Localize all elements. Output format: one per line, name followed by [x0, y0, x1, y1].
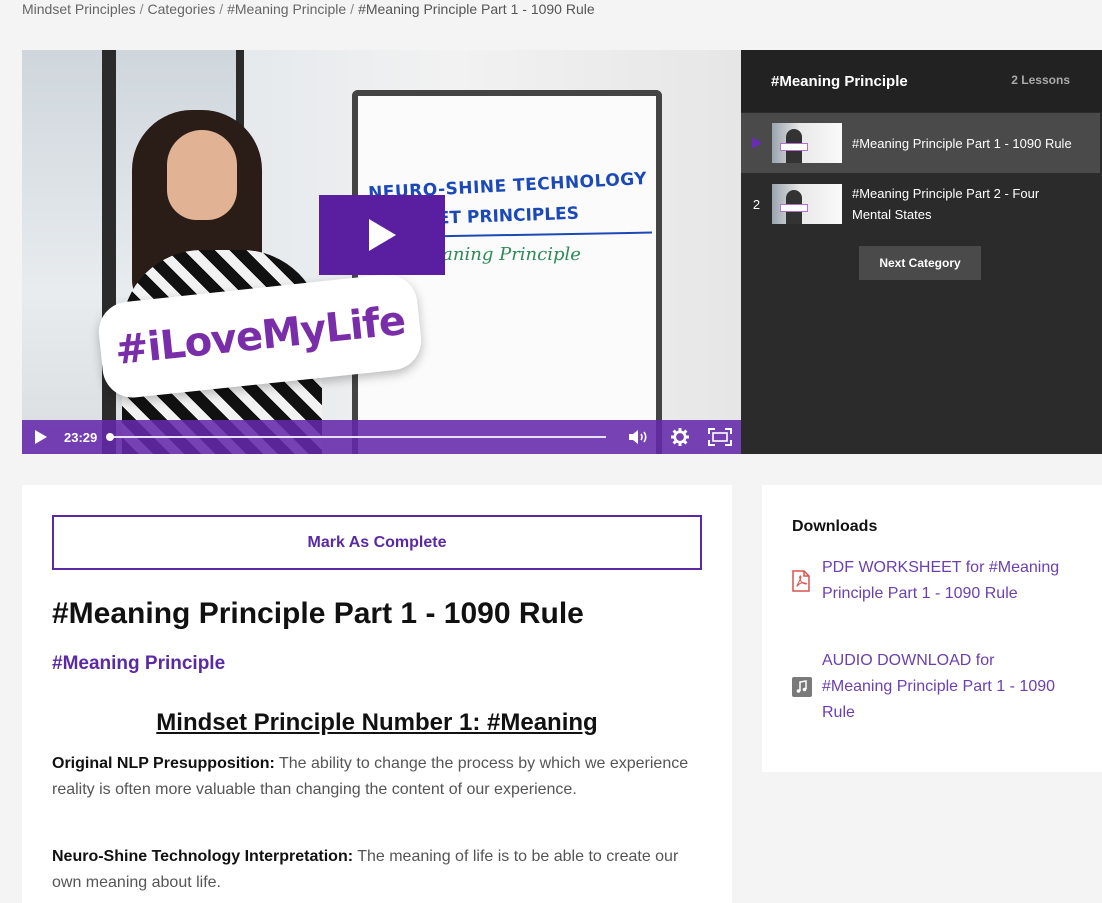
neuro-shine-interpretation: Neuro-Shine Technology Interpretation: T…: [52, 844, 692, 896]
play-icon: [35, 430, 47, 444]
play-arrow-icon: [751, 137, 762, 149]
next-category-button[interactable]: Next Category: [859, 246, 981, 280]
playlist-header: #Meaning Principle 2 Lessons: [741, 50, 1102, 112]
progress-handle[interactable]: [106, 433, 114, 441]
fullscreen-button[interactable]: [700, 420, 740, 454]
download-label: AUDIO DOWNLOAD for #Meaning Principle Pa…: [822, 652, 1056, 721]
lesson-thumbnail: [772, 184, 842, 224]
lesson-playlist: #Meaning Principle 2 Lessons #Meaning Pr…: [741, 50, 1102, 454]
lesson-title: #Meaning Principle Part 1 - 1090 Rule: [852, 135, 1072, 151]
pdf-icon: [792, 570, 810, 592]
lesson-heading: #Meaning Principle Part 1 - 1090 Rule: [52, 597, 584, 630]
playlist-lesson-1[interactable]: #Meaning Principle Part 1 - 1090 Rule: [741, 113, 1100, 173]
download-label: PDF WORKSHEET for #Meaning Principle Par…: [822, 559, 1060, 602]
nlp-presupposition: Original NLP Presupposition: The ability…: [52, 751, 692, 803]
gear-icon: [671, 428, 689, 446]
window-frame: [102, 50, 116, 454]
breadcrumb-categories[interactable]: Categories: [148, 1, 216, 17]
volume-icon: [629, 430, 647, 444]
downloads-panel: Downloads PDF WORKSHEET for #Meaning Pri…: [762, 485, 1102, 772]
breadcrumb-separator: /: [350, 1, 355, 17]
audio-download[interactable]: AUDIO DOWNLOAD for #Meaning Principle Pa…: [792, 648, 1092, 726]
downloads-title: Downloads: [792, 518, 878, 535]
audio-file-icon: [792, 677, 812, 697]
lesson-number: 2: [752, 196, 761, 212]
breadcrumb-mindset-principles[interactable]: Mindset Principles: [22, 1, 136, 17]
lesson-count: 2 Lessons: [1011, 73, 1070, 87]
playlist-background: [741, 291, 1102, 454]
lesson-title: #Meaning Principle Part 2 - Four Mental …: [852, 186, 1040, 222]
fullscreen-icon: [708, 428, 732, 446]
lesson-content: Mark As Complete #Meaning Principle Part…: [22, 485, 732, 903]
window-pane: [22, 50, 102, 454]
breadcrumb: Mindset Principles / Categories / #Meaning P…: [22, 0, 595, 18]
breadcrumb-separator: /: [219, 1, 224, 17]
playlist-lesson-2[interactable]: 2 #Meaning Principle Part 2 - Four Menta…: [741, 174, 1102, 234]
settings-button[interactable]: [660, 420, 700, 454]
play-icon: [369, 219, 396, 251]
progress-bar[interactable]: [106, 433, 606, 441]
control-play-button[interactable]: [22, 420, 60, 454]
paragraph-label: Neuro-Shine Technology Interpretation:: [52, 848, 354, 865]
time-display: 23:29: [64, 429, 98, 445]
video-player[interactable]: NEURO-SHINE TECHNOLOGY MINDSET PRINCIPLE…: [22, 50, 741, 454]
pdf-worksheet-download[interactable]: PDF WORKSHEET for #Meaning Principle Par…: [792, 555, 1092, 607]
current-lesson-arrow: [741, 137, 772, 149]
mark-complete-button[interactable]: Mark As Complete: [52, 515, 702, 570]
category-link[interactable]: #Meaning Principle: [52, 653, 225, 675]
play-button[interactable]: [319, 195, 445, 275]
breadcrumb-current: #Meaning Principle Part 1 - 1090 Rule: [358, 1, 595, 17]
lesson-thumbnail: [772, 123, 842, 163]
section-heading: Mindset Principle Number 1: #Meaning: [156, 709, 598, 736]
breadcrumb-meaning-principle[interactable]: #Meaning Principle: [227, 1, 346, 17]
breadcrumb-separator: /: [139, 1, 144, 17]
video-controls: 23:29: [22, 420, 741, 454]
playlist-title: #Meaning Principle: [771, 73, 908, 90]
paragraph-label: Original NLP Presupposition:: [52, 755, 275, 772]
presenter-face: [167, 130, 237, 220]
volume-button[interactable]: [620, 420, 660, 454]
